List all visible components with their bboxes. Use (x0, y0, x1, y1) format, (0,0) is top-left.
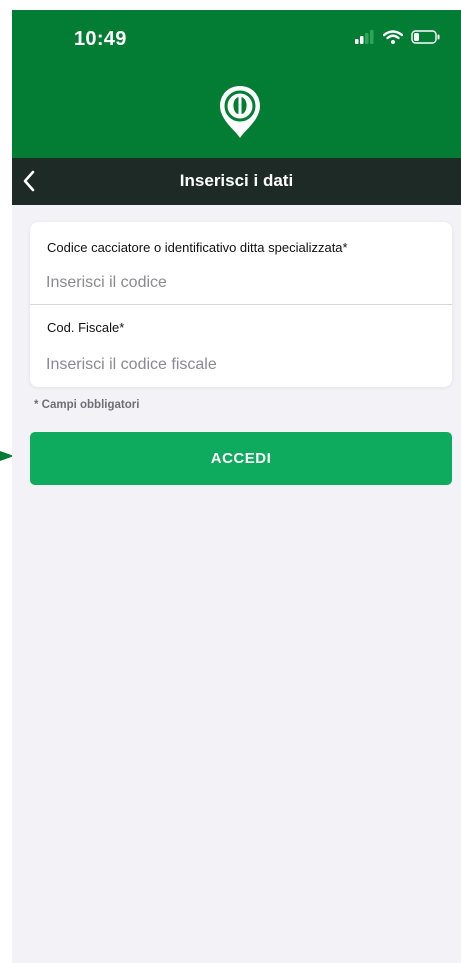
required-fields-note: * Campi obbligatori (34, 399, 140, 411)
status-icons (355, 30, 441, 49)
field-divider (30, 304, 452, 305)
wifi-icon (382, 30, 404, 49)
battery-icon (411, 30, 441, 49)
navigation-bar: Inserisci i dati (12, 158, 461, 205)
fiscal-code-label: Cod. Fiscale* (47, 320, 125, 335)
hoofprint-pin-icon (218, 84, 262, 140)
page-title: Inserisci i dati (179, 171, 294, 190)
login-form-card: Codice cacciatore o identificativo ditta… (30, 222, 452, 387)
signal-icon (355, 30, 375, 49)
hunter-code-label: Codice cacciatore o identificativo ditta… (47, 240, 348, 255)
app-header: 10:49 (12, 10, 461, 158)
hunter-code-input[interactable] (46, 274, 436, 292)
fiscal-code-input[interactable] (46, 356, 436, 374)
login-button[interactable]: ACCEDI (30, 432, 452, 485)
status-time: 10:49 (74, 28, 127, 50)
app-screen: 10:49 Inserisci i dati Codice cacciatore… (12, 10, 461, 963)
